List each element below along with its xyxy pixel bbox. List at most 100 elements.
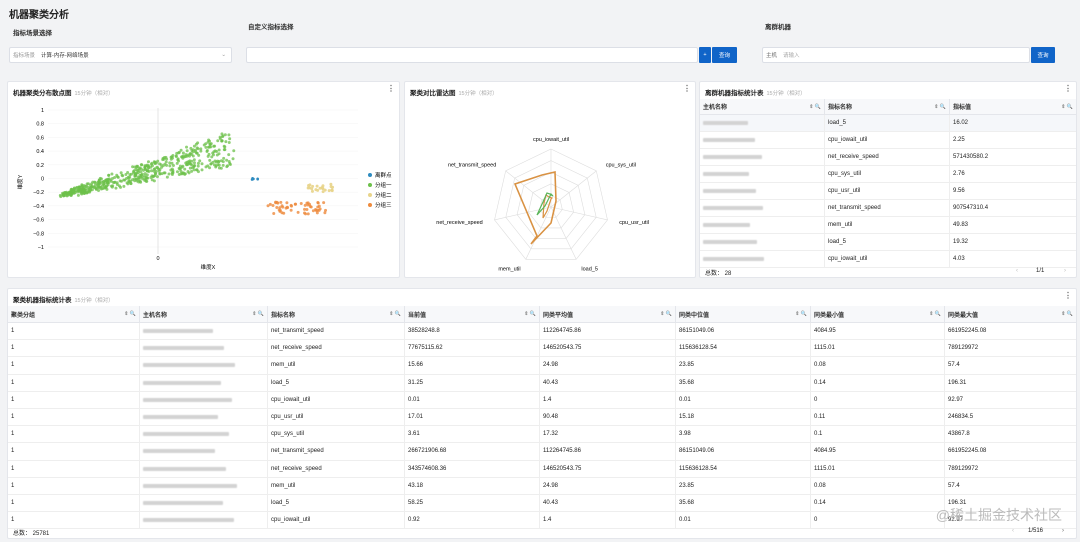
table-cell: 0 bbox=[811, 512, 945, 529]
y-tick-label: 0.8 bbox=[36, 122, 44, 128]
table-row[interactable]: 1 net_transmit_speed 266721906.68 112264745… bbox=[8, 443, 1076, 461]
next-page-icon[interactable]: › bbox=[1064, 268, 1066, 274]
point-group-2 bbox=[310, 189, 314, 193]
outlier-rows: load_5 16.02 cpu_iowait_util 2.25 net_receiv… bbox=[700, 115, 1076, 268]
sort-filter-icon[interactable]: ⇕ 🔍 bbox=[524, 311, 536, 317]
table-cell: 1 bbox=[8, 408, 140, 426]
point-group-1 bbox=[93, 180, 97, 184]
sort-filter-icon[interactable]: ⇕ 🔍 bbox=[660, 311, 672, 317]
point-group-1 bbox=[169, 168, 173, 172]
point-group-1 bbox=[88, 183, 92, 187]
point-group-2 bbox=[306, 186, 310, 190]
table-row[interactable]: 1 cpu_usr_util 17.01 90.48 15.18 0.11 246834.5 bbox=[8, 408, 1076, 427]
header-host[interactable]: 主机名称 ⇕ 🔍 bbox=[700, 99, 825, 114]
point-group-1 bbox=[225, 165, 229, 169]
watermark: @稀土掘金技术社区 bbox=[935, 507, 1062, 523]
add-metric-button[interactable]: + bbox=[699, 47, 711, 63]
header-cell[interactable]: 聚类分组 ⇕ 🔍 bbox=[8, 306, 140, 322]
cluster-subtitle: 15分钟（相对） bbox=[74, 298, 114, 304]
table-row[interactable]: cpu_usr_util 9.56 bbox=[700, 183, 1076, 200]
point-group-3 bbox=[284, 206, 288, 210]
point-group-1 bbox=[129, 179, 133, 183]
metric-select[interactable] bbox=[246, 47, 698, 63]
table-cell: 23.85 bbox=[676, 477, 811, 494]
sort-filter-icon[interactable]: ⇕ 🔍 bbox=[124, 311, 136, 317]
scene-select[interactable]: 指标场景 计算-内存-网络场景 ⌄ bbox=[9, 47, 232, 63]
sort-filter-icon[interactable]: ⇕ 🔍 bbox=[795, 311, 807, 317]
y-tick-label: −0.4 bbox=[33, 204, 44, 210]
sort-filter-icon[interactable]: ⇕ 🔍 bbox=[252, 311, 264, 317]
outlier-subtitle: 15分钟（相对） bbox=[766, 91, 806, 97]
point-group-1 bbox=[111, 184, 115, 188]
point-group-1 bbox=[221, 163, 225, 167]
host-query-button[interactable]: 查询 bbox=[1031, 47, 1055, 63]
metric-query-button[interactable]: 查询 bbox=[712, 47, 737, 63]
table-row[interactable]: 1 load_5 31.25 40.43 35.68 0.14 196.31 bbox=[8, 374, 1076, 392]
table-cell: 23.85 bbox=[676, 357, 811, 374]
table-cell: 0 bbox=[811, 391, 945, 408]
radar-series-1 bbox=[513, 171, 557, 245]
table-row[interactable]: 1 net_receive_speed 77675115.62 146520543.7… bbox=[8, 340, 1076, 358]
table-cell: 146520543.75 bbox=[540, 460, 676, 477]
table-row[interactable]: 1 mem_util 43.18 24.98 23.85 0.08 57.4 bbox=[8, 477, 1076, 495]
redacted-host bbox=[143, 483, 237, 488]
header-cell[interactable]: 主机名称 ⇕ 🔍 bbox=[140, 306, 268, 322]
prev-page-icon[interactable]: ‹ bbox=[1012, 528, 1014, 534]
table-cell: 35.68 bbox=[676, 374, 811, 391]
table-cell bbox=[140, 408, 268, 426]
point-group-1 bbox=[170, 156, 174, 160]
header-cell[interactable]: 同类中位值 ⇕ 🔍 bbox=[676, 306, 811, 322]
point-group-1 bbox=[152, 167, 156, 171]
metric-cell: cpu_sys_util bbox=[825, 166, 950, 182]
sort-filter-icon[interactable]: ⇕ 🔍 bbox=[389, 311, 401, 317]
table-row[interactable]: 1 cpu_iowait_util 0.92 1.4 0.01 0 92.97 bbox=[8, 512, 1076, 530]
y-tick-label: −0.6 bbox=[33, 218, 44, 224]
table-row[interactable]: load_5 19.32 bbox=[700, 234, 1076, 251]
sort-filter-icon[interactable]: ⇕ 🔍 bbox=[1061, 311, 1073, 317]
table-row[interactable]: mem_util 49.83 bbox=[700, 217, 1076, 234]
table-row[interactable]: cpu_iowait_util 2.25 bbox=[700, 132, 1076, 149]
more-icon[interactable]: ⋮ bbox=[1064, 84, 1072, 93]
header-cell[interactable]: 同类最大值 ⇕ 🔍 bbox=[945, 306, 1076, 322]
table-row[interactable]: net_receive_speed 571430580.2 bbox=[700, 149, 1076, 166]
redacted-host bbox=[703, 121, 748, 125]
host-input[interactable]: 主机 请输入 bbox=[762, 47, 1030, 63]
table-row[interactable]: 1 mem_util 15.66 24.98 23.85 0.08 57.4 bbox=[8, 357, 1076, 375]
point-group-2 bbox=[330, 188, 334, 192]
table-cell: 86151049.06 bbox=[676, 323, 811, 340]
point-group-2 bbox=[329, 182, 333, 186]
table-row[interactable]: 1 net_transmit_speed 38528248.8 112264745.8… bbox=[8, 323, 1076, 341]
sort-filter-icon[interactable]: ⇕ 🔍 bbox=[929, 311, 941, 317]
point-group-1 bbox=[192, 168, 196, 172]
header-cell[interactable]: 同类平均值 ⇕ 🔍 bbox=[540, 306, 676, 322]
table-row[interactable]: 1 net_receive_speed 343574608.36 146520543.… bbox=[8, 460, 1076, 478]
point-group-1 bbox=[158, 162, 162, 166]
table-cell: 0.01 bbox=[405, 391, 540, 408]
table-cell: 0.01 bbox=[676, 391, 811, 408]
header-cell[interactable]: 同类最小值 ⇕ 🔍 bbox=[811, 306, 945, 322]
header-cell[interactable]: 当前值 ⇕ 🔍 bbox=[405, 306, 540, 322]
point-group-1 bbox=[196, 164, 200, 168]
more-icon[interactable]: ⋮ bbox=[387, 84, 395, 93]
table-cell: 1 bbox=[8, 374, 140, 391]
table-row[interactable]: 1 load_5 58.25 40.43 35.68 0.14 196.31 bbox=[8, 494, 1076, 513]
table-cell: 789129972 bbox=[948, 465, 979, 472]
header-metric[interactable]: 指标名称 ⇕ 🔍 bbox=[825, 99, 950, 114]
table-cell: cpu_usr_util bbox=[268, 408, 405, 426]
prev-page-icon[interactable]: ‹ bbox=[1016, 268, 1018, 274]
table-row[interactable]: 1 cpu_iowait_util 0.01 1.4 0.01 0 92.97 bbox=[8, 391, 1076, 409]
table-cell: 58.25 bbox=[405, 494, 540, 512]
table-row[interactable]: 1 cpu_sys_util 3.61 17.32 3.98 0.1 43867.8 bbox=[8, 426, 1076, 444]
table-row[interactable]: cpu_iowait_util 4.03 bbox=[700, 251, 1076, 268]
host-prefix: 主机 bbox=[766, 53, 778, 59]
next-page-icon[interactable]: › bbox=[1062, 528, 1064, 534]
table-row[interactable]: cpu_sys_util 2.76 bbox=[700, 166, 1076, 183]
table-row[interactable]: net_transmit_speed 907547310.4 bbox=[700, 200, 1076, 217]
table-cell: 0.1 bbox=[811, 426, 945, 443]
header-value[interactable]: 指标值 ⇕ 🔍 bbox=[950, 99, 1076, 114]
table-row[interactable]: load_5 16.02 bbox=[700, 115, 1076, 132]
legend-marker bbox=[368, 173, 372, 177]
legend-marker bbox=[368, 203, 372, 207]
header-cell[interactable]: 指标名称 ⇕ 🔍 bbox=[268, 306, 405, 322]
more-icon[interactable]: ⋮ bbox=[1064, 291, 1072, 300]
